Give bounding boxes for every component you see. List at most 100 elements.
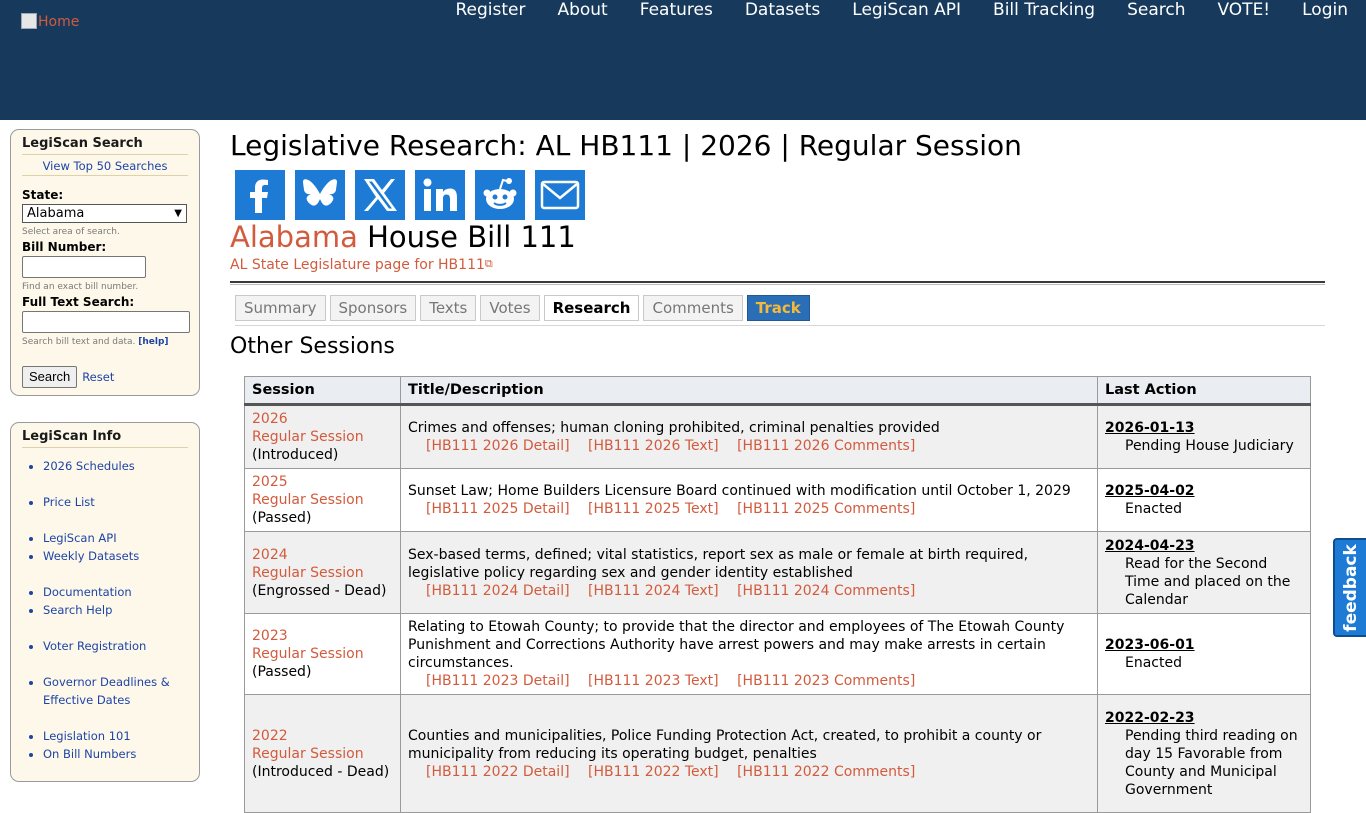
nav-features[interactable]: Features (624, 0, 729, 22)
nav-datasets[interactable]: Datasets (729, 0, 836, 22)
share-email-button[interactable] (535, 170, 585, 220)
price-list-link[interactable]: Price List (43, 495, 95, 509)
detail-link[interactable]: [HB111 2025 Detail] (426, 501, 570, 517)
nav-about[interactable]: About (541, 0, 623, 22)
full-text-label: Full Text Search: (22, 295, 135, 309)
share-reddit-button[interactable] (475, 170, 525, 220)
detail-link[interactable]: [HB111 2024 Detail] (426, 583, 570, 599)
session-name-link[interactable]: Regular Session (252, 645, 393, 663)
info-item: 2026 Schedules (43, 457, 188, 475)
top-50-searches-link[interactable]: View Top 50 Searches (22, 155, 188, 176)
home-logo-alt: Home (38, 14, 80, 30)
search-button[interactable]: Search (22, 366, 78, 388)
legislation-101-link[interactable]: Legislation 101 (43, 729, 131, 743)
tab-votes[interactable]: Votes (480, 295, 540, 321)
last-action-date: 2025-04-02 (1105, 483, 1195, 499)
bill-description: Relating to Etowah County; to provide th… (408, 619, 1065, 671)
session-status: (Passed) (252, 664, 312, 680)
nav-search[interactable]: Search (1111, 0, 1201, 22)
comments-link[interactable]: [HB111 2022 Comments] (737, 764, 915, 780)
nav-legiscan-api[interactable]: LegiScan API (836, 0, 977, 22)
text-link[interactable]: [HB111 2022 Text] (588, 764, 719, 780)
other-sessions-table: Session Title/Description Last Action 20… (244, 376, 1311, 813)
weekly-datasets-link[interactable]: Weekly Datasets (43, 549, 139, 563)
comments-link[interactable]: [HB111 2023 Comments] (737, 673, 915, 689)
session-year-link[interactable]: 2022 (252, 727, 393, 745)
session-name-link[interactable]: Regular Session (252, 564, 393, 582)
search-help-link[interactable]: Search Help (43, 603, 112, 617)
last-action-text: Enacted (1125, 501, 1182, 517)
legiscan-api-link[interactable]: LegiScan API (43, 531, 117, 545)
last-action-text: Pending third reading on day 15 Favorabl… (1125, 727, 1298, 798)
bill-number-input[interactable] (22, 256, 146, 278)
share-linkedin-button[interactable] (415, 170, 465, 220)
linkedin-icon (423, 178, 457, 211)
comments-link[interactable]: [HB111 2025 Comments] (737, 501, 915, 517)
last-action-cell: 2024-04-23 Read for the Second Time and … (1097, 531, 1311, 614)
on-bill-numbers-link[interactable]: On Bill Numbers (43, 747, 136, 761)
reset-link[interactable]: Reset (82, 370, 114, 384)
detail-links: [HB111 2026 Detail] [HB111 2026 Text] [H… (408, 437, 1090, 455)
text-link[interactable]: [HB111 2024 Text] (588, 583, 719, 599)
session-year-link[interactable]: 2023 (252, 627, 393, 645)
bill-number-hint: Find an exact bill number. (22, 282, 139, 292)
text-link[interactable]: [HB111 2023 Text] (588, 673, 719, 689)
session-year-link[interactable]: 2025 (252, 473, 393, 491)
comments-link[interactable]: [HB111 2026 Comments] (737, 438, 915, 454)
last-action-date: 2022-02-23 (1105, 709, 1195, 726)
home-logo-link[interactable]: Home (21, 13, 79, 31)
documentation-link[interactable]: Documentation (43, 585, 132, 599)
tab-texts[interactable]: Texts (420, 295, 477, 321)
tab-track[interactable]: Track (746, 295, 810, 321)
full-text-hint-text: Search bill text and data. (22, 337, 136, 347)
session-cell: 2023 Regular Session (Passed) (244, 613, 401, 695)
tab-summary[interactable]: Summary (235, 295, 326, 321)
session-status: (Introduced) (252, 447, 339, 463)
full-text-hint: Search bill text and data. [help] (22, 336, 188, 348)
last-action-cell: 2025-04-02 Enacted (1097, 468, 1311, 532)
session-name-link[interactable]: Regular Session (252, 745, 393, 763)
tab-sponsors[interactable]: Sponsors (329, 295, 417, 321)
nav-register[interactable]: Register (439, 0, 541, 22)
comments-link[interactable]: [HB111 2024 Comments] (737, 583, 915, 599)
info-item: Weekly Datasets (43, 547, 188, 565)
session-cell: 2025 Regular Session (Passed) (244, 468, 401, 532)
share-x-button[interactable] (355, 170, 405, 220)
text-link[interactable]: [HB111 2026 Text] (588, 438, 719, 454)
info-item: Price List (43, 493, 188, 511)
governor-deadlines-link[interactable]: Governor Deadlines & Effective Dates (43, 675, 170, 707)
tab-research[interactable]: Research (543, 295, 640, 321)
voter-registration-link[interactable]: Voter Registration (43, 639, 146, 653)
nav-vote[interactable]: VOTE! (1201, 0, 1286, 22)
detail-link[interactable]: [HB111 2022 Detail] (426, 764, 570, 780)
session-name-link[interactable]: Regular Session (252, 491, 393, 509)
title-cell: Sunset Law; Home Builders Licensure Boar… (400, 468, 1098, 532)
table-row: 2024 Regular Session (Engrossed - Dead) … (244, 531, 1311, 614)
feedback-button[interactable]: feedback (1333, 538, 1366, 637)
session-cell: 2022 Regular Session (Introduced - Dead) (244, 694, 401, 813)
nav-bill-tracking[interactable]: Bill Tracking (977, 0, 1111, 22)
state-select[interactable]: Alabama ▼ (22, 204, 187, 223)
full-text-search-input[interactable] (22, 311, 190, 333)
session-year-link[interactable]: 2026 (252, 410, 393, 428)
help-link[interactable]: [help] (138, 337, 168, 347)
detail-link[interactable]: [HB111 2023 Detail] (426, 673, 570, 689)
detail-links: [HB111 2024 Detail] [HB111 2024 Text] [H… (408, 582, 1090, 600)
tab-comments[interactable]: Comments (643, 295, 743, 321)
title-cell: Sex-based terms, defined; vital statisti… (400, 531, 1098, 614)
nav-login[interactable]: Login (1286, 0, 1366, 22)
schedules-link[interactable]: 2026 Schedules (43, 459, 135, 473)
site-header: Home Register About Features Datasets Le… (0, 0, 1366, 120)
session-year-link[interactable]: 2024 (252, 546, 393, 564)
feedback-label: feedback (1340, 543, 1361, 632)
state-label: State: (22, 188, 64, 202)
detail-link[interactable]: [HB111 2026 Detail] (426, 438, 570, 454)
session-cell: 2026 Regular Session (Introduced) (244, 404, 401, 469)
text-link[interactable]: [HB111 2025 Text] (588, 501, 719, 517)
share-facebook-button[interactable] (235, 170, 285, 220)
top-navigation: Register About Features Datasets LegiSca… (439, 0, 1366, 22)
session-name-link[interactable]: Regular Session (252, 428, 393, 446)
state-legislature-link[interactable]: AL State Legislature page for HB111⧉ (230, 257, 1326, 273)
share-bluesky-button[interactable] (295, 170, 345, 220)
bill-number-label: Bill Number: (22, 240, 107, 254)
